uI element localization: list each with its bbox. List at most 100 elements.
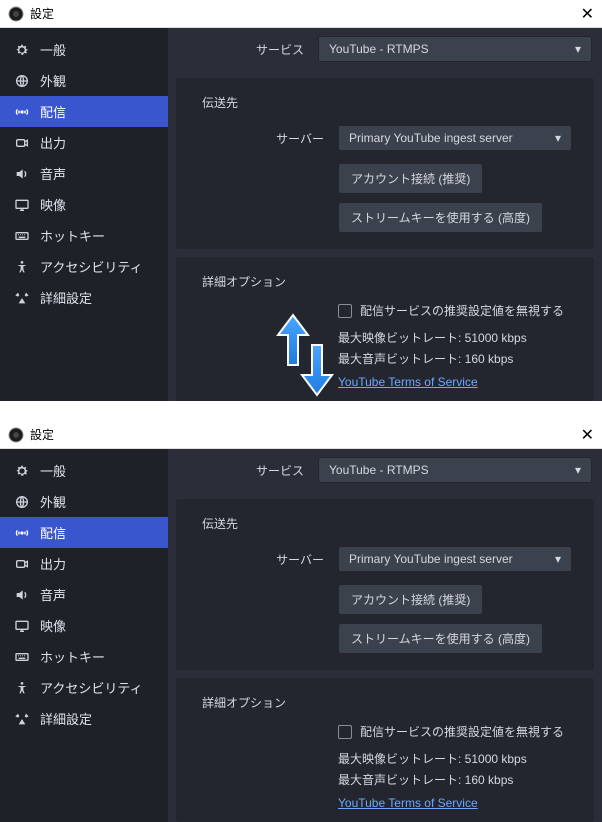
service-label: サービス [178, 462, 318, 479]
sidebar: 一般 外観 配信 出力 音声 映像 [0, 28, 168, 401]
speaker-icon [14, 166, 30, 182]
ignore-recommended-label: 配信サービスの推奨設定値を無視する [360, 723, 564, 740]
sidebar-item-stream[interactable]: 配信 [0, 517, 168, 548]
ignore-recommended-label: 配信サービスの推奨設定値を無視する [360, 302, 564, 319]
max-audio-bitrate: 最大音声ビットレート: 160 kbps [188, 348, 582, 369]
sidebar-label: 詳細設定 [40, 709, 92, 728]
sidebar-label: 映像 [40, 616, 66, 635]
output-icon [14, 556, 30, 572]
antenna-icon [14, 525, 30, 541]
globe-icon [14, 494, 30, 510]
main-panel: サービス YouTube - RTMPS ▾ 伝送先 サーバー Primary … [168, 28, 602, 401]
server-value: Primary YouTube ingest server [349, 552, 513, 566]
keyboard-icon [14, 649, 30, 665]
server-label: サーバー [198, 551, 338, 568]
speaker-icon [14, 587, 30, 603]
sidebar-item-hotkeys[interactable]: ホットキー [0, 220, 168, 251]
server-select[interactable]: Primary YouTube ingest server ▾ [338, 546, 572, 572]
settings-window-top: 設定 ✕ 一般 外観 配信 出力 音声 [0, 0, 602, 401]
sidebar-item-accessibility[interactable]: アクセシビリティ [0, 672, 168, 703]
settings-window-bottom: 設定 ✕ 一般 外観 配信 出力 音声 [0, 421, 602, 822]
monitor-icon [14, 197, 30, 213]
destination-head: 伝送先 [188, 84, 582, 117]
globe-icon [14, 73, 30, 89]
close-button[interactable]: ✕ [581, 425, 594, 445]
chevron-down-icon: ▾ [575, 42, 581, 56]
ignore-recommended-checkbox[interactable] [338, 304, 352, 318]
sidebar-item-video[interactable]: 映像 [0, 189, 168, 220]
sidebar-label: アクセシビリティ [40, 678, 143, 697]
window-title: 設定 [30, 426, 54, 443]
antenna-icon [14, 104, 30, 120]
sidebar-label: 配信 [40, 523, 66, 542]
service-select[interactable]: YouTube - RTMPS ▾ [318, 457, 592, 483]
output-icon [14, 135, 30, 151]
use-streamkey-button[interactable]: ストリームキーを使用する (高度) [338, 202, 543, 233]
connect-account-button[interactable]: アカウント接続 (推奨) [338, 584, 483, 615]
sidebar-label: 外観 [40, 71, 66, 90]
youtube-tos-link[interactable]: YouTube Terms of Service [188, 369, 582, 389]
server-label: サーバー [198, 130, 338, 147]
chevron-down-icon: ▾ [555, 552, 561, 566]
sidebar-item-advanced[interactable]: 詳細設定 [0, 282, 168, 313]
keyboard-icon [14, 228, 30, 244]
server-value: Primary YouTube ingest server [349, 131, 513, 145]
sidebar: 一般 外観 配信 出力 音声 映像 [0, 449, 168, 822]
sidebar-item-appearance[interactable]: 外観 [0, 486, 168, 517]
max-video-bitrate: 最大映像ビットレート: 51000 kbps [188, 748, 582, 769]
titlebar: 設定 ✕ [0, 0, 602, 28]
sidebar-item-output[interactable]: 出力 [0, 548, 168, 579]
sidebar-label: 出力 [40, 133, 66, 152]
accessibility-icon [14, 680, 30, 696]
destination-head: 伝送先 [188, 505, 582, 538]
advanced-head: 詳細オプション [188, 684, 582, 717]
sidebar-item-output[interactable]: 出力 [0, 127, 168, 158]
sidebar-item-video[interactable]: 映像 [0, 610, 168, 641]
sidebar-label: 一般 [40, 461, 66, 480]
sidebar-label: 音声 [40, 585, 66, 604]
sidebar-item-appearance[interactable]: 外観 [0, 65, 168, 96]
sidebar-label: 外観 [40, 492, 66, 511]
sidebar-item-general[interactable]: 一般 [0, 455, 168, 486]
sidebar-item-advanced[interactable]: 詳細設定 [0, 703, 168, 734]
service-select[interactable]: YouTube - RTMPS ▾ [318, 36, 592, 62]
max-video-bitrate: 最大映像ビットレート: 51000 kbps [188, 327, 582, 348]
titlebar: 設定 ✕ [0, 421, 602, 449]
sidebar-item-hotkeys[interactable]: ホットキー [0, 641, 168, 672]
server-select[interactable]: Primary YouTube ingest server ▾ [338, 125, 572, 151]
sidebar-item-general[interactable]: 一般 [0, 34, 168, 65]
main-panel: サービス YouTube - RTMPS ▾ 伝送先 サーバー Primary … [168, 449, 602, 822]
gear-icon [14, 463, 30, 479]
service-label: サービス [178, 41, 318, 58]
sidebar-label: アクセシビリティ [40, 257, 143, 276]
tools-icon [14, 711, 30, 727]
sidebar-label: 一般 [40, 40, 66, 59]
window-title: 設定 [30, 5, 54, 22]
accessibility-icon [14, 259, 30, 275]
service-value: YouTube - RTMPS [329, 463, 429, 477]
sidebar-label: 音声 [40, 164, 66, 183]
chevron-down-icon: ▾ [575, 463, 581, 477]
max-audio-bitrate: 最大音声ビットレート: 160 kbps [188, 769, 582, 790]
sidebar-item-audio[interactable]: 音声 [0, 579, 168, 610]
service-value: YouTube - RTMPS [329, 42, 429, 56]
obs-logo-icon [8, 6, 24, 22]
monitor-icon [14, 618, 30, 634]
sidebar-label: ホットキー [40, 647, 105, 666]
sidebar-label: 出力 [40, 554, 66, 573]
ignore-recommended-checkbox[interactable] [338, 725, 352, 739]
sidebar-label: ホットキー [40, 226, 105, 245]
chevron-down-icon: ▾ [555, 131, 561, 145]
sidebar-label: 配信 [40, 102, 66, 121]
use-streamkey-button[interactable]: ストリームキーを使用する (高度) [338, 623, 543, 654]
youtube-tos-link[interactable]: YouTube Terms of Service [188, 790, 582, 810]
connect-account-button[interactable]: アカウント接続 (推奨) [338, 163, 483, 194]
sidebar-label: 映像 [40, 195, 66, 214]
close-button[interactable]: ✕ [581, 4, 594, 24]
obs-logo-icon [8, 427, 24, 443]
sidebar-item-accessibility[interactable]: アクセシビリティ [0, 251, 168, 282]
sidebar-item-stream[interactable]: 配信 [0, 96, 168, 127]
tools-icon [14, 290, 30, 306]
sidebar-item-audio[interactable]: 音声 [0, 158, 168, 189]
advanced-head: 詳細オプション [188, 263, 582, 296]
